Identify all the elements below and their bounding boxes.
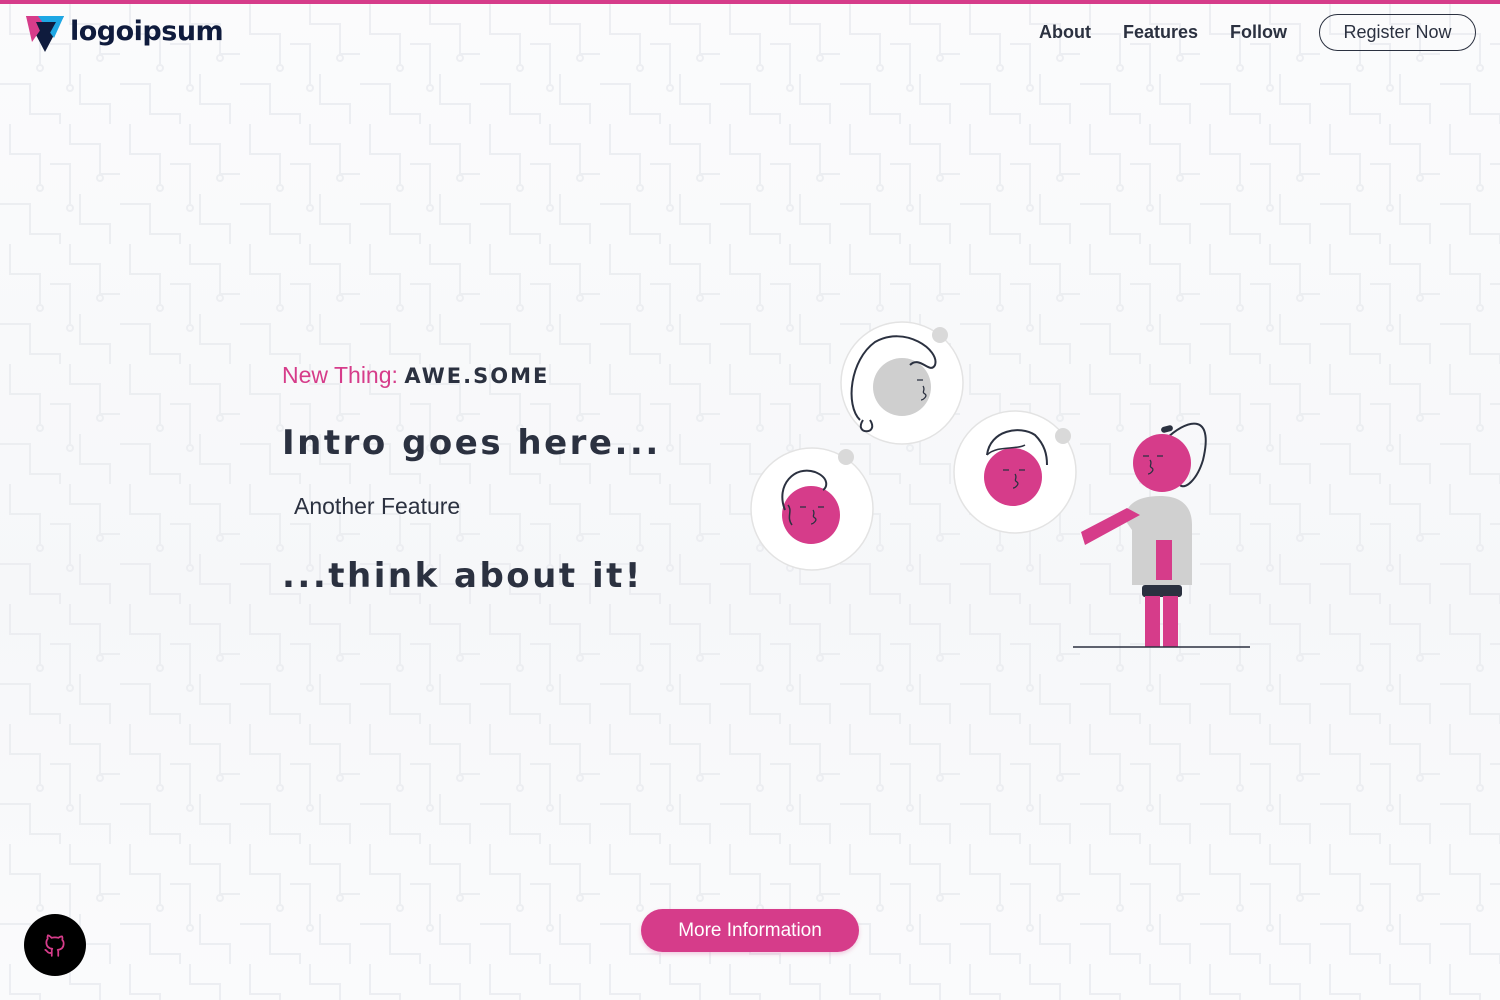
github-icon: [44, 934, 65, 957]
hero-feature: Another Feature: [294, 493, 461, 519]
brand-logo[interactable]: logoipsum: [24, 12, 224, 54]
eyebrow-strong: AWE.SOME: [404, 364, 550, 388]
hero-intro: Intro goes here...: [282, 423, 661, 463]
hero-illustration: [750, 321, 1250, 648]
eyebrow-prefix: New Thing:: [282, 362, 398, 388]
brand-name: logoipsum: [70, 15, 224, 47]
github-button[interactable]: [24, 914, 86, 976]
hero-text: New Thing: AWE.SOME Intro goes here... A…: [282, 358, 702, 596]
thought-bubble-left: [750, 447, 874, 571]
main-nav: About Features Follow Register Now: [1039, 14, 1476, 51]
thought-bubble-gray: [840, 321, 964, 445]
logo-mark-icon: [26, 16, 64, 52]
thought-bubble-right: [953, 410, 1077, 534]
hero-eyebrow: New Thing: AWE.SOME: [282, 358, 702, 393]
hero-outro: ...think about it!: [282, 556, 643, 596]
person-figure: [1073, 422, 1250, 648]
nav-link-follow[interactable]: Follow: [1230, 22, 1287, 43]
register-now-button[interactable]: Register Now: [1319, 14, 1476, 51]
nav-link-features[interactable]: Features: [1123, 22, 1198, 43]
more-information-button[interactable]: More Information: [641, 909, 859, 952]
site-header: logoipsum About Features Follow Register…: [0, 4, 1500, 64]
nav-link-about[interactable]: About: [1039, 22, 1091, 43]
